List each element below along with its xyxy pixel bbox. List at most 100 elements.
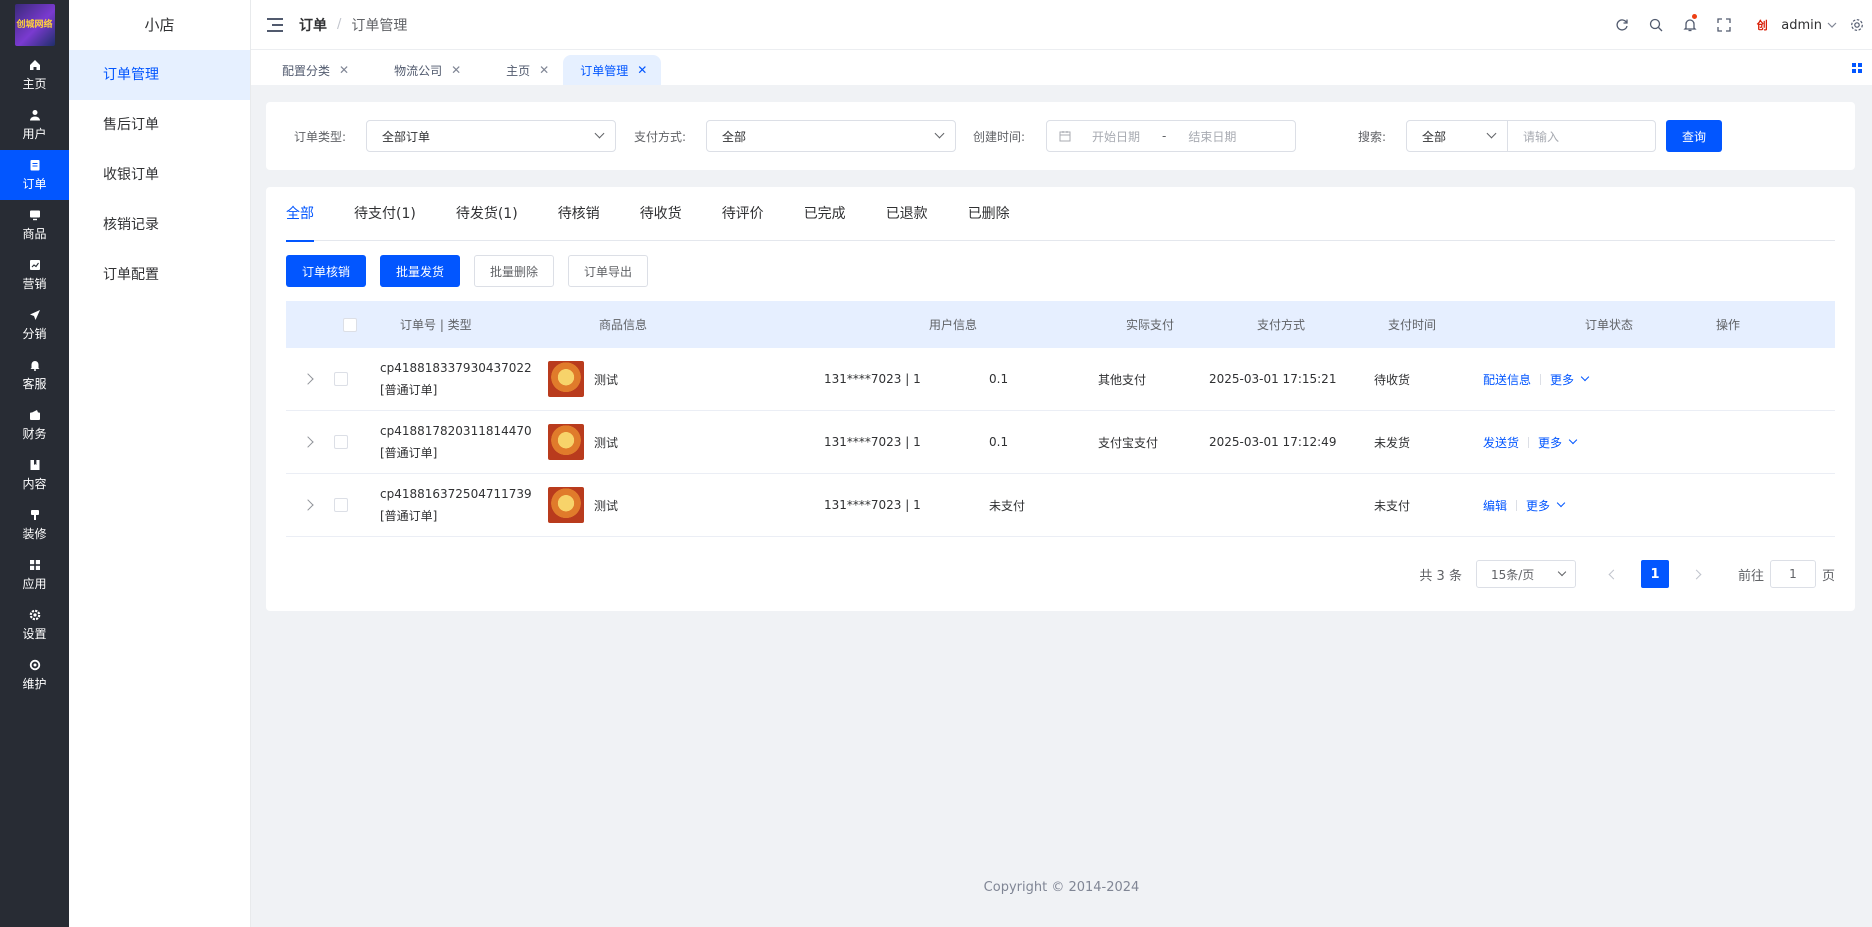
- nav-item-11[interactable]: 设置: [0, 600, 69, 650]
- end-date-input[interactable]: 结束日期: [1188, 128, 1236, 145]
- row-action-more[interactable]: 更多: [1526, 497, 1550, 514]
- order-list-panel: 全部 待支付(1) 待发货(1) 待核销 待收货 待评价 已完成 已退款 已删除 订单核销 批量…: [266, 187, 1855, 611]
- batch-ship-button[interactable]: 批量发货: [380, 255, 460, 287]
- breadcrumb-root[interactable]: 订单: [299, 15, 327, 35]
- order-tab-7[interactable]: 已退款: [886, 187, 928, 241]
- pay-method: 其他支付: [1098, 372, 1147, 387]
- row-checkbox[interactable]: [334, 498, 348, 512]
- chevron-down-icon[interactable]: [1822, 0, 1842, 50]
- order-tab-4[interactable]: 待收货: [640, 187, 682, 241]
- row-action-primary[interactable]: 发送货: [1483, 434, 1519, 451]
- page-tab-0[interactable]: 配置分类 ✕: [251, 55, 363, 85]
- page-tab-2[interactable]: 主页 ✕: [475, 55, 563, 85]
- select-all-checkbox[interactable]: [343, 317, 357, 332]
- submenu-item-0[interactable]: 订单管理: [69, 50, 250, 100]
- expand-row-icon[interactable]: [302, 373, 314, 385]
- col-paid: 实际支付: [1126, 318, 1175, 332]
- filter-panel: 订单类型: 全部订单 支付方式: 全部 创建时间: 开始日期 - 结束日期 搜索…: [266, 102, 1855, 170]
- username[interactable]: admin: [1781, 18, 1822, 33]
- pay-method: 支付宝支付: [1098, 435, 1159, 450]
- start-date-input[interactable]: 开始日期: [1092, 128, 1140, 145]
- fullscreen-icon[interactable]: [1707, 0, 1741, 50]
- top-header: 订单 / 订单管理 创 admin: [251, 0, 1872, 50]
- nav-item-5[interactable]: 分销: [0, 300, 69, 350]
- nav-item-10[interactable]: 应用: [0, 550, 69, 600]
- refresh-icon[interactable]: [1605, 0, 1639, 50]
- search-icon[interactable]: [1639, 0, 1673, 50]
- bell-icon: [28, 358, 42, 372]
- row-checkbox[interactable]: [334, 372, 348, 386]
- expand-row-icon[interactable]: [302, 499, 314, 511]
- page-number-current[interactable]: 1: [1640, 560, 1669, 588]
- batch-delete-button[interactable]: 批量删除: [474, 255, 554, 287]
- breadcrumb-separator: /: [337, 17, 342, 32]
- order-tab-1[interactable]: 待支付(1): [354, 187, 416, 241]
- prev-page-icon[interactable]: [1608, 569, 1619, 579]
- search-scope-select[interactable]: 全部: [1406, 120, 1508, 152]
- next-page-icon[interactable]: [1691, 569, 1702, 579]
- grid-menu-icon[interactable]: [1852, 63, 1862, 73]
- row-checkbox[interactable]: [334, 435, 348, 449]
- order-tab-8[interactable]: 已删除: [968, 187, 1010, 241]
- row-action-more[interactable]: 更多: [1538, 434, 1562, 451]
- logo-image: 创城网络: [14, 4, 55, 46]
- table-header: 订单号 | 类型 商品信息 用户信息 实际支付 支付方式 支付时间 订单状态 操…: [286, 301, 1835, 348]
- goto-page-input[interactable]: 1: [1769, 560, 1816, 588]
- close-icon[interactable]: ✕: [637, 63, 647, 77]
- page-size-select[interactable]: 15条/页: [1475, 560, 1576, 588]
- search-input[interactable]: 请输入: [1507, 120, 1656, 152]
- nav-item-0[interactable]: 主页: [0, 50, 69, 100]
- chevron-down-icon: [1556, 498, 1566, 508]
- close-icon[interactable]: ✕: [451, 63, 461, 77]
- settings-gear-icon[interactable]: [1842, 0, 1872, 50]
- submenu-item-4[interactable]: 订单配置: [69, 250, 250, 300]
- order-status: 未发货: [1374, 435, 1411, 450]
- nav-item-4[interactable]: 营销: [0, 250, 69, 300]
- row-action-more[interactable]: 更多: [1550, 371, 1574, 388]
- menu-toggle-icon[interactable]: [267, 17, 283, 32]
- submenu-item-2[interactable]: 收银订单: [69, 150, 250, 200]
- breadcrumb-current: 订单管理: [351, 17, 408, 34]
- nav-item-1[interactable]: 用户: [0, 100, 69, 150]
- nav-item-label: 设置: [22, 627, 47, 641]
- nav-item-label: 营销: [22, 277, 47, 291]
- order-tab-6[interactable]: 已完成: [804, 187, 846, 241]
- maintain-icon: [28, 658, 42, 672]
- row-action-primary[interactable]: 编辑: [1483, 497, 1507, 514]
- order-verify-button[interactable]: 订单核销: [286, 255, 366, 287]
- close-icon[interactable]: ✕: [339, 63, 349, 77]
- row-action-primary[interactable]: 配送信息: [1483, 371, 1531, 388]
- order-tab-2[interactable]: 待发货(1): [456, 187, 518, 241]
- page-tab-1[interactable]: 物流公司 ✕: [363, 55, 475, 85]
- order-tab-5[interactable]: 待评价: [722, 187, 764, 241]
- nav-item-label: 维护: [22, 677, 47, 691]
- order-type: [普通订单]: [380, 446, 438, 460]
- submenu-item-3[interactable]: 核销记录: [69, 200, 250, 250]
- nav-item-12[interactable]: 维护: [0, 650, 69, 700]
- page-tab-3[interactable]: 订单管理 ✕: [563, 55, 662, 85]
- expand-row-icon[interactable]: [302, 436, 314, 448]
- order-type-select[interactable]: 全部订单: [366, 120, 616, 152]
- nav-item-3[interactable]: 商品: [0, 200, 69, 250]
- notification-bell-icon[interactable]: [1673, 0, 1707, 50]
- avatar[interactable]: 创: [1749, 14, 1776, 36]
- order-tab-3[interactable]: 待核销: [558, 187, 600, 241]
- nav-item-6[interactable]: 客服: [0, 350, 69, 400]
- order-icon: [28, 158, 42, 172]
- pay-time: 2025-03-01 17:12:49: [1209, 435, 1337, 449]
- nav-item-2[interactable]: 订单: [0, 150, 69, 200]
- pay-method-select[interactable]: 全部: [706, 120, 956, 152]
- nav-item-label: 分销: [22, 327, 47, 341]
- nav-item-7[interactable]: 财务: [0, 400, 69, 450]
- close-icon[interactable]: ✕: [539, 63, 549, 77]
- order-tab-0[interactable]: 全部: [286, 187, 314, 242]
- submenu-item-1[interactable]: 售后订单: [69, 100, 250, 150]
- nav-item-9[interactable]: 装修: [0, 500, 69, 550]
- order-export-button[interactable]: 订单导出: [568, 255, 648, 287]
- logo[interactable]: 创城网络: [0, 0, 69, 50]
- date-range-picker[interactable]: 开始日期 - 结束日期: [1046, 120, 1296, 152]
- nav-item-8[interactable]: 内容: [0, 450, 69, 500]
- order-type-value: 全部订单: [382, 129, 431, 144]
- order-number: cp418818337930437022: [380, 361, 532, 375]
- query-button[interactable]: 查询: [1666, 120, 1722, 152]
